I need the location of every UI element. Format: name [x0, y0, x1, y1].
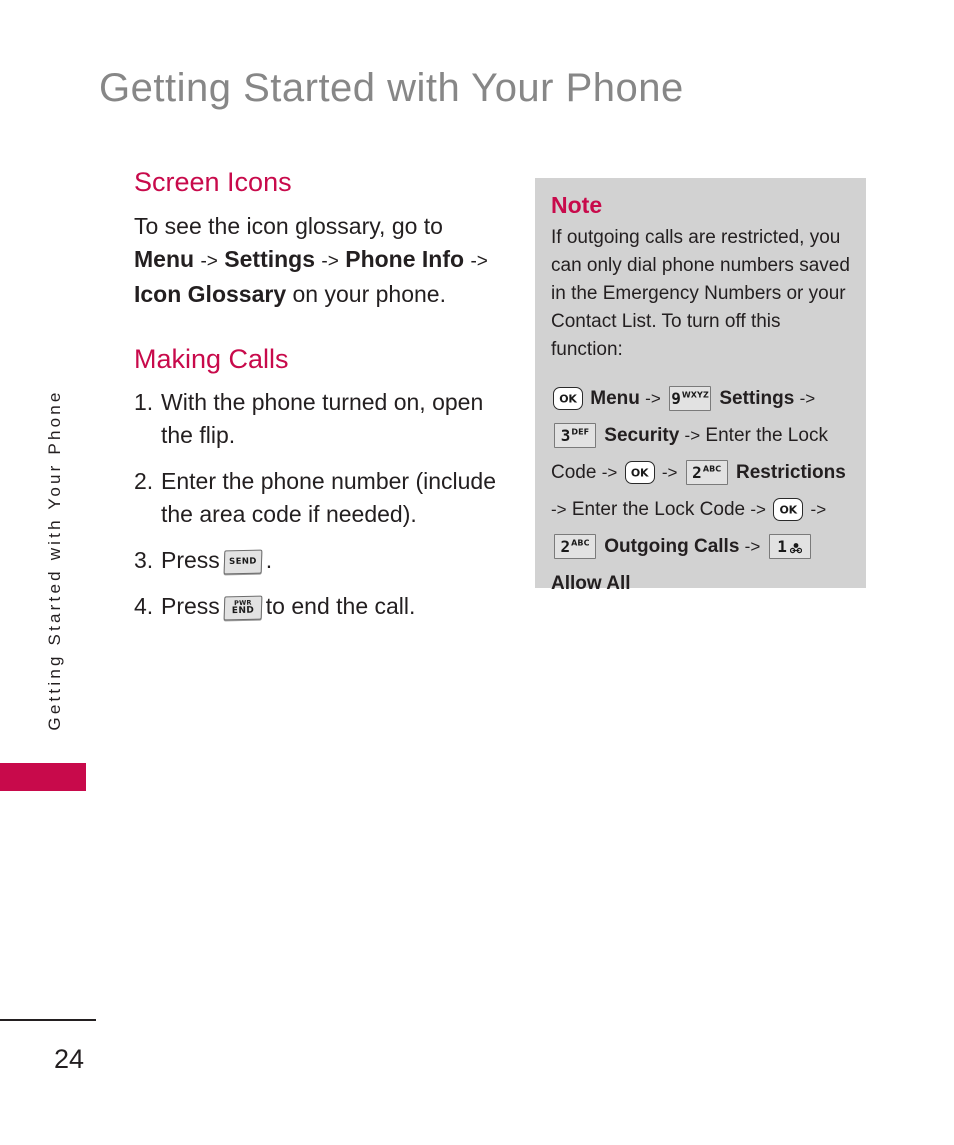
- arrow-3: ->: [470, 250, 488, 272]
- ok-key-icon: OK: [624, 461, 655, 485]
- label-outgoing-calls: Outgoing Calls: [604, 535, 740, 557]
- screen-icons-text-lead: To see the icon glossary, go to: [134, 212, 443, 239]
- keypad-9-wxyz-icon: 9WXYZ: [669, 386, 712, 412]
- page-title: Getting Started with Your Phone: [99, 66, 684, 110]
- arrow-icon: ->: [551, 499, 567, 519]
- step-text-post: to end the call.: [265, 593, 416, 620]
- arrow-icon: ->: [601, 462, 618, 482]
- keypad-2-abc-icon: 2ABC: [554, 534, 596, 560]
- label-settings: Settings: [719, 387, 795, 409]
- section-heading-making-calls: Making Calls: [134, 343, 289, 374]
- step-number: 3.: [134, 547, 154, 574]
- menu-path-phone-info: Phone Info: [345, 245, 465, 272]
- list-item-step-2: 2. Enter the phone number (include the a…: [134, 465, 506, 531]
- keypad-3-def-icon: 3DEF: [554, 423, 596, 449]
- arrow-icon: ->: [645, 388, 661, 408]
- list-item-step-1: 1. With the phone turned on, open the fl…: [134, 386, 506, 452]
- note-key-sequence: OK Menu -> 9WXYZ Settings -> 3DEF Securi…: [551, 380, 850, 602]
- page-number: 24: [54, 1044, 85, 1074]
- step-number: 2.: [134, 468, 154, 495]
- making-calls-step-list: 1. With the phone turned on, open the fl…: [134, 386, 506, 623]
- ok-key-icon: OK: [773, 498, 804, 522]
- arrow-icon: ->: [661, 462, 678, 482]
- step-text-pre: Press: [161, 547, 220, 574]
- screen-icons-paragraph: To see the icon glossary, go to Menu -> …: [134, 210, 506, 311]
- note-callout-box: Note If outgoing calls are restricted, y…: [535, 178, 866, 594]
- keypad-2-abc-icon: 2ABC: [685, 460, 728, 486]
- side-chapter-tab-marker: [0, 763, 86, 791]
- arrow-1: ->: [200, 250, 218, 272]
- footer-divider: [0, 1019, 96, 1021]
- label-enter-lock-code: Enter the Lock Code: [571, 498, 746, 520]
- list-item-step-4: 4. Press PWR END to end the call.: [134, 590, 506, 623]
- step-text-pre: Press: [161, 593, 220, 620]
- arrow-2: ->: [321, 250, 339, 272]
- menu-path-icon-glossary: Icon Glossary: [134, 280, 287, 307]
- note-body-text: If outgoing calls are restricted, you ca…: [551, 226, 850, 360]
- step-number: 1.: [134, 389, 154, 416]
- list-item-step-3: 3. Press SEND.: [134, 544, 506, 577]
- label-restrictions: Restrictions: [736, 461, 846, 483]
- step-text: Enter the phone number (include the area…: [161, 468, 496, 528]
- side-chapter-rail: Getting Started with Your Phone: [0, 360, 96, 791]
- voicemail-icon: [789, 538, 802, 557]
- label-allow-all: Allow All: [551, 572, 631, 594]
- keypad-1-voicemail-icon: 1: [768, 534, 811, 560]
- side-chapter-label: Getting Started with Your Phone: [45, 389, 64, 731]
- power-end-key-icon: PWR END: [223, 595, 263, 621]
- step-number: 4.: [134, 593, 154, 620]
- arrow-icon: ->: [684, 425, 701, 445]
- main-content-left-column: Screen Icons To see the icon glossary, g…: [134, 167, 506, 636]
- step-text-post: .: [265, 547, 273, 574]
- send-key-icon: SEND: [223, 549, 263, 575]
- section-heading-screen-icons: Screen Icons: [134, 167, 292, 197]
- menu-path-settings: Settings: [224, 245, 316, 272]
- arrow-icon: ->: [810, 499, 827, 519]
- arrow-icon: ->: [799, 388, 816, 408]
- label-security: Security: [604, 424, 680, 446]
- step-text: With the phone turned on, open the flip.: [161, 389, 484, 449]
- arrow-icon: ->: [744, 536, 761, 556]
- arrow-icon: ->: [750, 499, 766, 519]
- note-title: Note: [551, 192, 603, 218]
- screen-icons-text-tail: on your phone.: [292, 280, 446, 307]
- ok-key-icon: OK: [553, 387, 583, 411]
- menu-path-menu: Menu: [134, 245, 195, 272]
- label-menu: Menu: [590, 387, 640, 409]
